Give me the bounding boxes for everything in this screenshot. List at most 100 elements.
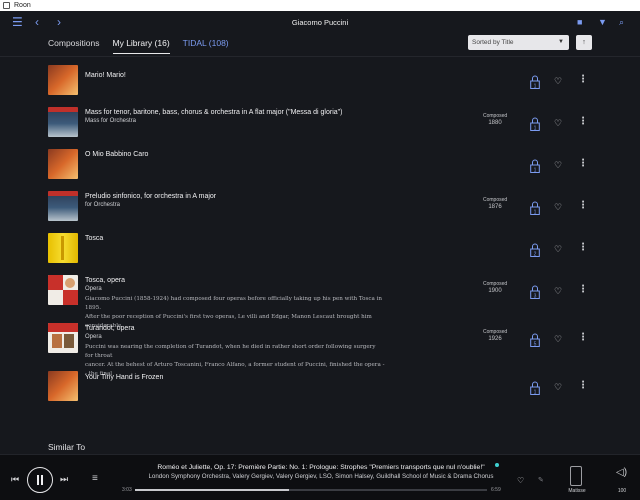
album-art [48, 191, 78, 221]
lock-icon[interactable]: 1 [530, 201, 540, 215]
item-title: Preludio sinfonico, for orchestra in A m… [85, 193, 217, 200]
zone-name[interactable]: Matisse [563, 488, 591, 494]
lock-icon[interactable]: 2 [530, 243, 540, 257]
lock-icon[interactable]: 5 [530, 333, 540, 347]
item-title: Your Tiny Hand is Frozen [85, 374, 164, 381]
lock-count: 5 [534, 341, 537, 347]
composed-year: 1876 [488, 204, 502, 210]
item-subtitle: Mass for Orchestra [85, 118, 137, 124]
composed-info: Composed 1880 [483, 113, 507, 127]
pause-icon [37, 475, 39, 485]
composed-info: Composed 1876 [483, 197, 507, 211]
more-options-icon[interactable]: ⋮ [578, 74, 588, 85]
composed-year: 1900 [488, 288, 502, 294]
more-options-icon[interactable]: ⋮ [578, 116, 588, 127]
item-title: O Mio Babbino Caro [85, 151, 149, 158]
arrow-up-icon: ↑ [582, 39, 586, 46]
tab-my-library[interactable]: My Library (16) [112, 38, 170, 54]
sort-label: Sorted by Title [472, 39, 514, 46]
heart-icon[interactable]: ♡ [554, 118, 562, 129]
header-divider [0, 56, 640, 57]
time-total: 6:59 [491, 487, 501, 493]
album-art [48, 65, 78, 95]
roon-app-icon [3, 2, 10, 9]
heart-icon[interactable]: ♡ [554, 334, 562, 345]
volume-icon[interactable]: ◁) [616, 467, 627, 478]
item-title: Tosca, opera [85, 277, 126, 284]
lock-count: 1 [534, 389, 537, 395]
item-title: Mario! Mario! [85, 72, 126, 79]
lock-icon[interactable]: 1 [530, 75, 540, 89]
album-art [48, 323, 78, 353]
pause-icon-bar [41, 475, 43, 485]
album-art [48, 149, 78, 179]
lock-count: 1 [534, 83, 537, 89]
lock-icon[interactable]: 1 [530, 117, 540, 131]
tab-tidal[interactable]: TIDAL (108) [183, 38, 229, 54]
filter-icon[interactable]: ▼ [598, 17, 607, 27]
composed-label: Composed [483, 197, 508, 203]
previous-track-icon[interactable]: ⏮ [11, 474, 19, 485]
seek-bar-fill [135, 489, 289, 491]
heart-icon[interactable]: ♡ [554, 286, 562, 297]
more-options-icon[interactable]: ⋮ [578, 380, 588, 391]
bookmark-icon[interactable]: ■ [577, 17, 582, 27]
composed-info: Composed 1900 [483, 281, 507, 295]
seek-bar[interactable] [135, 489, 487, 491]
top-navigation-bar: ☰ ‹ › Giacomo Puccini ■ ▼ ⌕ [0, 11, 640, 33]
composed-year: 1880 [488, 120, 502, 126]
description-line: Puccini was nearing the completion of Tu… [85, 344, 376, 359]
more-options-icon[interactable]: ⋮ [578, 158, 588, 169]
item-title: Tosca [85, 235, 104, 242]
lock-count: 2 [534, 251, 537, 257]
tab-compositions[interactable]: Compositions [48, 38, 100, 54]
chevron-down-icon: ▼ [558, 39, 564, 45]
heart-icon[interactable]: ♡ [554, 382, 562, 393]
search-icon[interactable]: ⌕ [619, 17, 624, 28]
next-track-icon[interactable]: ⏭ [60, 474, 68, 485]
more-options-icon[interactable]: ⋮ [578, 200, 588, 211]
sort-direction-button[interactable]: ↑ [576, 35, 592, 50]
item-title: Mass for tenor, baritone, bass, chorus &… [85, 109, 343, 116]
volume-level: 100 [617, 488, 627, 494]
now-playing-title[interactable]: Roméo et Juliette, Op. 17: Première Part… [96, 464, 546, 471]
now-playing-bar: ⏮ ⏭ ≡ Roméo et Juliette, Op. 17: Premièr… [0, 454, 640, 500]
tab-bar: Compositions My Library (16) TIDAL (108) [48, 38, 229, 54]
album-art [48, 233, 78, 263]
page-title: Giacomo Puccini [291, 18, 349, 27]
sort-dropdown[interactable]: Sorted by Title ▼ [468, 35, 569, 50]
lock-icon[interactable]: 1 [530, 159, 540, 173]
album-art [48, 371, 78, 401]
heart-icon[interactable]: ♡ [554, 202, 562, 213]
more-options-icon[interactable]: ⋮ [578, 332, 588, 343]
item-subtitle: Opera [85, 334, 102, 340]
album-art [48, 275, 78, 305]
album-art [48, 107, 78, 137]
window-title: Roon [14, 2, 31, 9]
composed-label: Composed [483, 329, 508, 335]
now-playing-artists[interactable]: London Symphony Orchestra, Valery Gergie… [96, 473, 546, 480]
window-titlebar: Roon [0, 0, 640, 11]
similar-to-heading: Similar To [48, 442, 86, 452]
lock-count: 1 [534, 125, 537, 131]
more-options-icon[interactable]: ⋮ [578, 284, 588, 295]
heart-icon[interactable]: ♡ [554, 160, 562, 171]
time-elapsed: 3:03 [122, 487, 132, 493]
heart-icon[interactable]: ♡ [554, 244, 562, 255]
heart-icon[interactable]: ♡ [554, 76, 562, 87]
lock-count: 1 [534, 209, 537, 215]
description-line: Giacomo Puccini (1858-1924) had composed… [85, 296, 383, 311]
speaker-icon[interactable] [570, 466, 582, 486]
composed-year: 1926 [488, 336, 502, 342]
composed-info: Composed 1926 [483, 329, 507, 343]
lock-count: 3 [534, 293, 537, 299]
pin-icon[interactable]: ✎ [538, 476, 544, 484]
heart-icon[interactable]: ♡ [517, 476, 524, 485]
item-subtitle: Opera [85, 286, 102, 292]
pause-button[interactable] [27, 467, 53, 493]
item-subtitle: for Orchestra [85, 202, 121, 208]
composed-label: Composed [483, 281, 508, 287]
more-options-icon[interactable]: ⋮ [578, 242, 588, 253]
lock-icon[interactable]: 1 [530, 381, 540, 395]
lock-icon[interactable]: 3 [530, 285, 540, 299]
